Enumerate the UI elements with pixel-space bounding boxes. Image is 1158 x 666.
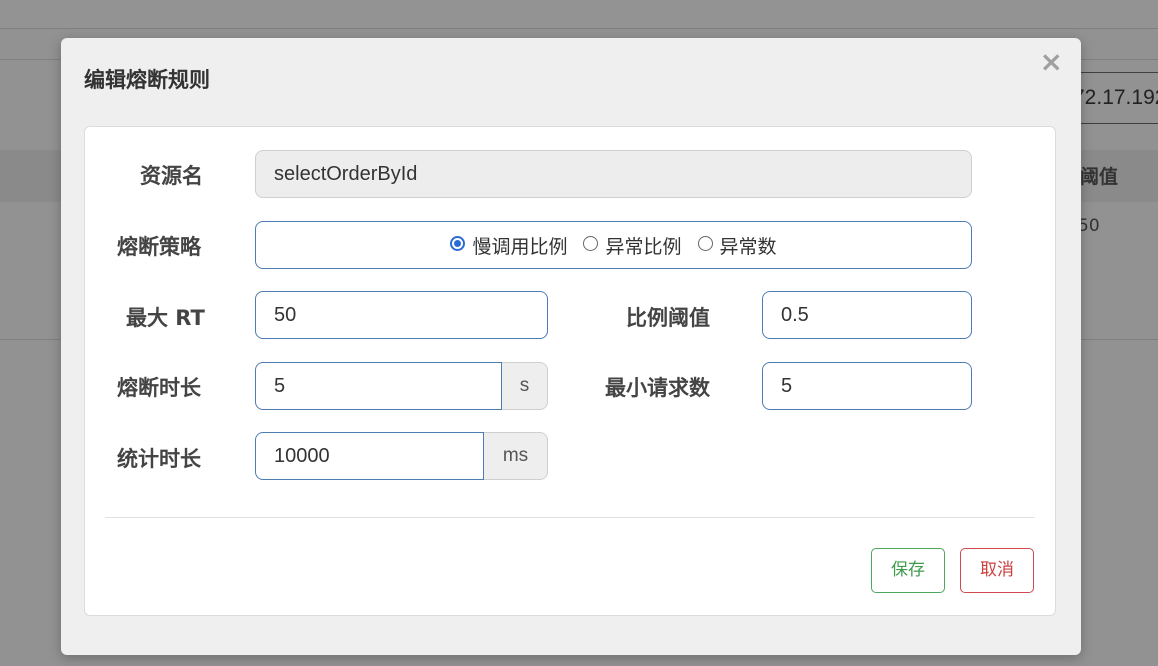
stat-duration-label: 统计时长	[117, 447, 201, 471]
strategy-label: 熔断策略	[117, 235, 201, 259]
radio-checked-icon[interactable]	[450, 235, 466, 251]
break-duration-input[interactable]: 5	[255, 362, 502, 410]
background-table-cell: 50	[1078, 216, 1100, 236]
radio-unchecked-icon[interactable]	[697, 235, 713, 251]
footer-divider	[105, 517, 1035, 518]
edit-circuit-breaker-dialog: 编辑熔断规则 × 资源名 selectOrderById 熔断策略 慢调用比例 …	[61, 38, 1081, 655]
radio-slow-call-ratio[interactable]: 慢调用比例	[450, 232, 567, 259]
close-icon[interactable]: ×	[1040, 48, 1063, 76]
strategy-radio-group: 慢调用比例 异常比例 异常数	[255, 221, 972, 269]
stat-duration-unit: ms	[484, 432, 548, 480]
radio-label: 异常比例	[605, 235, 682, 258]
max-rt-label: 最大 RT	[126, 306, 205, 330]
break-duration-label: 熔断时长	[117, 376, 201, 400]
stat-duration-input[interactable]: 10000	[255, 432, 484, 480]
radio-exception-count[interactable]: 异常数	[697, 232, 777, 259]
background-column-header: 阈值	[1080, 166, 1119, 188]
min-request-label: 最小请求数	[605, 376, 710, 400]
radio-exception-ratio[interactable]: 异常比例	[583, 232, 682, 259]
background-divider	[0, 28, 1158, 29]
max-rt-input[interactable]: 50	[255, 291, 548, 339]
form-panel: 资源名 selectOrderById 熔断策略 慢调用比例 异常比例 异常数 …	[84, 126, 1056, 616]
dialog-title: 编辑熔断规则	[84, 68, 210, 92]
resource-name-label: 资源名	[140, 164, 203, 188]
ratio-threshold-label: 比例阈值	[626, 306, 710, 330]
cancel-button[interactable]: 取消	[960, 548, 1034, 593]
save-button[interactable]: 保存	[871, 548, 945, 593]
min-request-input[interactable]: 5	[762, 362, 972, 410]
background-header	[0, 0, 1158, 28]
resource-name-field[interactable]: selectOrderById	[255, 150, 972, 198]
ratio-threshold-input[interactable]: 0.5	[762, 291, 972, 339]
radio-label: 异常数	[719, 235, 777, 258]
radio-label: 慢调用比例	[472, 235, 568, 258]
break-duration-unit: s	[502, 362, 548, 410]
radio-unchecked-icon[interactable]	[583, 235, 599, 251]
